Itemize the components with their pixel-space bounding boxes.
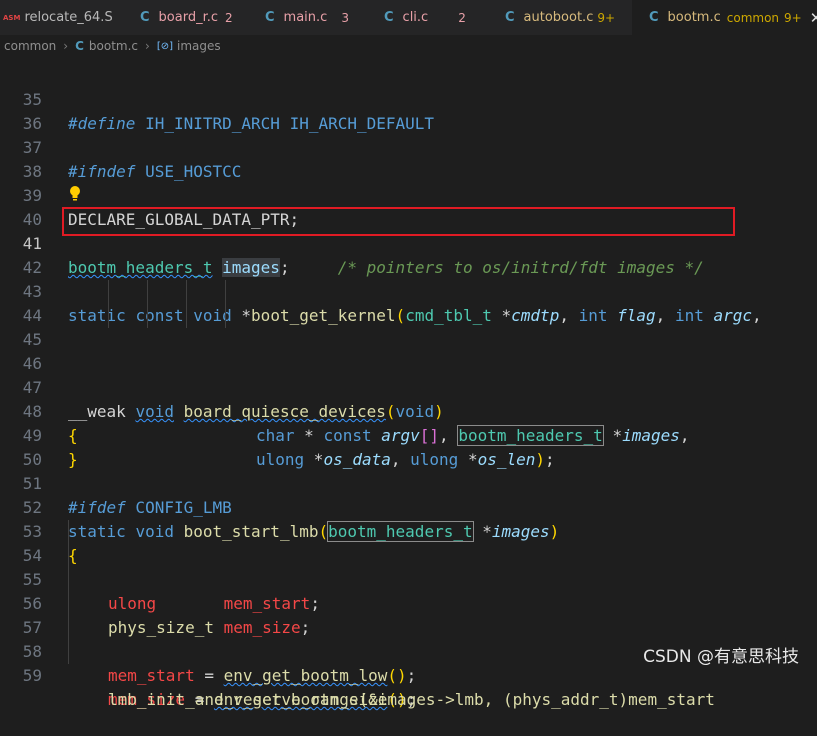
tab-bootm-c[interactable]: C bootm.c common 9+ ✕ bbox=[632, 0, 817, 35]
c-file-icon: C bbox=[265, 10, 275, 25]
code-line: 47 __weak void board_quiesce_devices(voi… bbox=[0, 352, 817, 421]
editor-tab-bar: ASM relocate_64.S C board_r.c 2 C main.c… bbox=[0, 0, 817, 35]
indent-guide bbox=[108, 304, 109, 328]
breadcrumb-folder[interactable]: common bbox=[4, 39, 56, 53]
code-line: 58 mem_size = env_get_bootm_size(); bbox=[0, 616, 817, 709]
tab-autoboot-c[interactable]: C autoboot.c 9+ bbox=[505, 0, 615, 35]
code-line: 53 { bbox=[0, 496, 817, 565]
tab-label: main.c bbox=[283, 10, 328, 25]
c-file-icon: C bbox=[384, 10, 394, 25]
tab-label: board_r.c bbox=[158, 10, 219, 25]
c-file-icon: C bbox=[75, 39, 84, 53]
indent-guide bbox=[225, 304, 226, 328]
code-line: 50 bbox=[0, 424, 817, 469]
indent-guide bbox=[68, 544, 69, 568]
indent-guide bbox=[68, 568, 69, 592]
code-line: 44 char * const argv[], bootm_headers_t … bbox=[0, 280, 817, 446]
tab-cli-c[interactable]: C cli.c 2 bbox=[384, 0, 466, 35]
chevron-right-icon: › bbox=[145, 39, 150, 53]
indent-guide bbox=[186, 280, 187, 304]
tab-label: relocate_64.S bbox=[24, 10, 113, 25]
code-line: 36 bbox=[0, 88, 817, 133]
code-line: 48 { bbox=[0, 376, 817, 445]
code-line: 56 bbox=[0, 568, 817, 613]
indent-guide bbox=[147, 280, 148, 304]
tab-label: autoboot.c bbox=[523, 10, 594, 25]
code-line: 39 DECLARE_GLOBAL_DATA_PTR; bbox=[0, 160, 817, 229]
code-line: 46 bbox=[0, 328, 817, 373]
indent-guide bbox=[186, 304, 187, 328]
indent-guide bbox=[68, 640, 69, 664]
code-line: 54 ulong mem_start; bbox=[0, 520, 817, 613]
code-line: 52 static void boot_start_lmb(bootm_head… bbox=[0, 472, 817, 542]
watermark: CSDN @有意思科技 bbox=[643, 647, 799, 667]
c-file-icon: C bbox=[140, 10, 150, 25]
tab-label: cli.c bbox=[402, 10, 429, 25]
highlight-annotation-box bbox=[62, 207, 735, 236]
code-line: 38 bbox=[0, 136, 817, 181]
tab-folder-hint: common bbox=[726, 10, 780, 25]
c-file-icon: C bbox=[649, 10, 659, 25]
tab-board-r-c[interactable]: C board_r.c 2 bbox=[140, 0, 233, 35]
indent-guide bbox=[108, 280, 109, 304]
tab-main-c[interactable]: C main.c 3 bbox=[265, 0, 349, 35]
tab-problem-count: 9+ bbox=[597, 10, 616, 25]
indent-guide bbox=[147, 304, 148, 328]
code-line: lmb_init_and_reserve_range(&images->lmb,… bbox=[0, 664, 817, 709]
indent-guide bbox=[68, 592, 69, 616]
variable-symbol-icon: [⊘] bbox=[156, 40, 173, 52]
code-line: 51 #ifdef CONFIG_LMB bbox=[0, 448, 817, 517]
code-editor[interactable]: 35 #define IH_INITRD_ARCH IH_ARCH_DEFAUL… bbox=[0, 64, 817, 709]
asm-file-icon: ASM bbox=[3, 13, 21, 22]
indent-guide bbox=[225, 280, 226, 304]
close-icon[interactable]: ✕ bbox=[810, 9, 817, 27]
code-line: 45 ulong *os_data, ulong *os_len); bbox=[0, 304, 817, 469]
tab-problem-count: 2 bbox=[225, 10, 233, 25]
chevron-right-icon: › bbox=[63, 39, 69, 53]
breadcrumb-file[interactable]: bootm.c bbox=[89, 39, 138, 53]
code-line: 35 #define IH_INITRD_ARCH IH_ARCH_DEFAUL… bbox=[0, 64, 817, 133]
indent-guide bbox=[68, 520, 69, 544]
code-line: 55 phys_size_t mem_size; bbox=[0, 544, 817, 637]
code-line: 49 } bbox=[0, 400, 817, 469]
tab-problem-count: 9+ bbox=[784, 10, 802, 25]
breadcrumb: common › C bootm.c › [⊘] images bbox=[0, 35, 817, 57]
code-line: 40 bbox=[0, 184, 817, 229]
breadcrumb-symbol[interactable]: images bbox=[177, 39, 221, 53]
indent-guide bbox=[68, 616, 69, 640]
token: lmb_init_and_reserve_range(&images->lmb,… bbox=[108, 690, 715, 709]
tab-problem-count: 2 bbox=[458, 10, 466, 25]
code-line: 37 #ifndef USE_HOSTCC bbox=[0, 112, 817, 181]
tab-label: bootm.c bbox=[667, 10, 721, 25]
code-line: 57 mem_start = env_get_bootm_low(); bbox=[0, 592, 817, 685]
c-file-icon: C bbox=[505, 10, 515, 25]
tab-problem-count: 3 bbox=[341, 10, 349, 25]
lightbulb-icon[interactable] bbox=[68, 184, 82, 206]
code-line: 43 static const void *boot_get_kernel(cm… bbox=[0, 256, 817, 325]
tab-relocate-64-s[interactable]: ASM relocate_64.S bbox=[3, 0, 113, 35]
